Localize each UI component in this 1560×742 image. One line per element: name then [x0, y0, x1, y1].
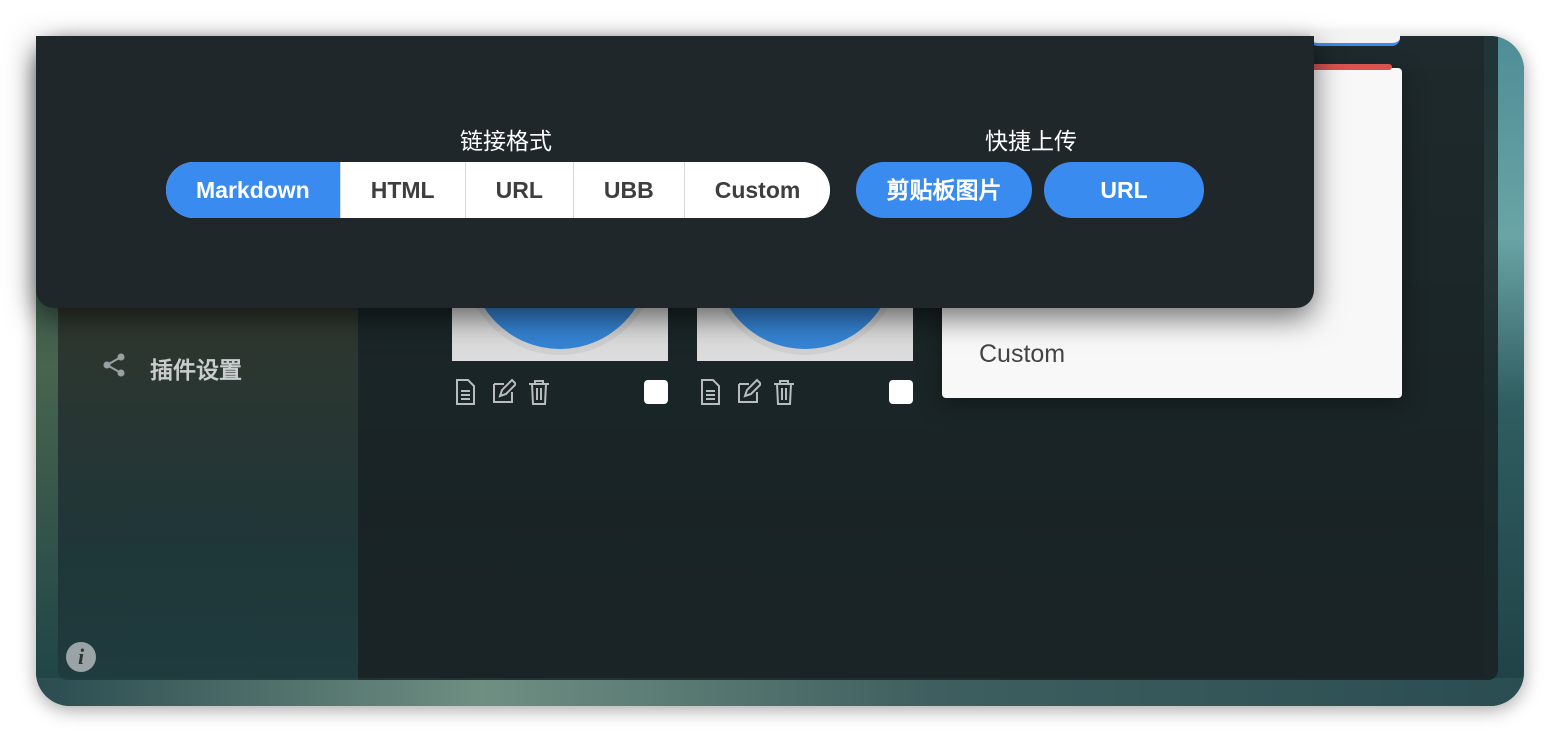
sidebar-item-label: 插件设置: [150, 357, 242, 383]
format-option-markdown[interactable]: Markdown: [166, 162, 340, 218]
settings-overlay: 链接格式 Markdown HTML URL UBB Custom 快捷上传 剪…: [36, 36, 1314, 308]
panel-accent-bar: [1302, 64, 1392, 70]
edit-icon[interactable]: [735, 378, 763, 406]
sidebar-item-plugin-settings[interactable]: 插件设置: [100, 348, 242, 388]
dropdown-option-custom[interactable]: Custom: [979, 340, 1065, 369]
trash-icon[interactable]: [771, 378, 797, 406]
link-format-label: 链接格式: [460, 128, 552, 154]
trash-icon[interactable]: [526, 378, 552, 406]
select-checkbox[interactable]: [889, 380, 913, 404]
card-actions: [697, 378, 913, 408]
background-scenery-bottom: [36, 678, 1524, 706]
card-actions: [452, 378, 668, 408]
format-option-ubb[interactable]: UBB: [572, 162, 684, 218]
file-text-icon[interactable]: [697, 378, 723, 406]
upload-url-button[interactable]: URL: [1044, 162, 1204, 218]
format-option-url[interactable]: URL: [464, 162, 573, 218]
file-text-icon[interactable]: [452, 378, 478, 406]
info-icon[interactable]: i: [66, 642, 96, 672]
upload-clipboard-image-button[interactable]: 剪贴板图片: [856, 162, 1032, 218]
edit-icon[interactable]: [490, 378, 518, 406]
format-option-html[interactable]: HTML: [339, 162, 465, 218]
format-option-custom[interactable]: Custom: [683, 162, 831, 218]
quick-upload-label: 快捷上传: [985, 128, 1077, 154]
background-tab: [1310, 30, 1400, 46]
select-checkbox[interactable]: [644, 380, 668, 404]
share-icon: [100, 351, 128, 385]
link-format-segmented-control: Markdown HTML URL UBB Custom: [166, 162, 831, 218]
